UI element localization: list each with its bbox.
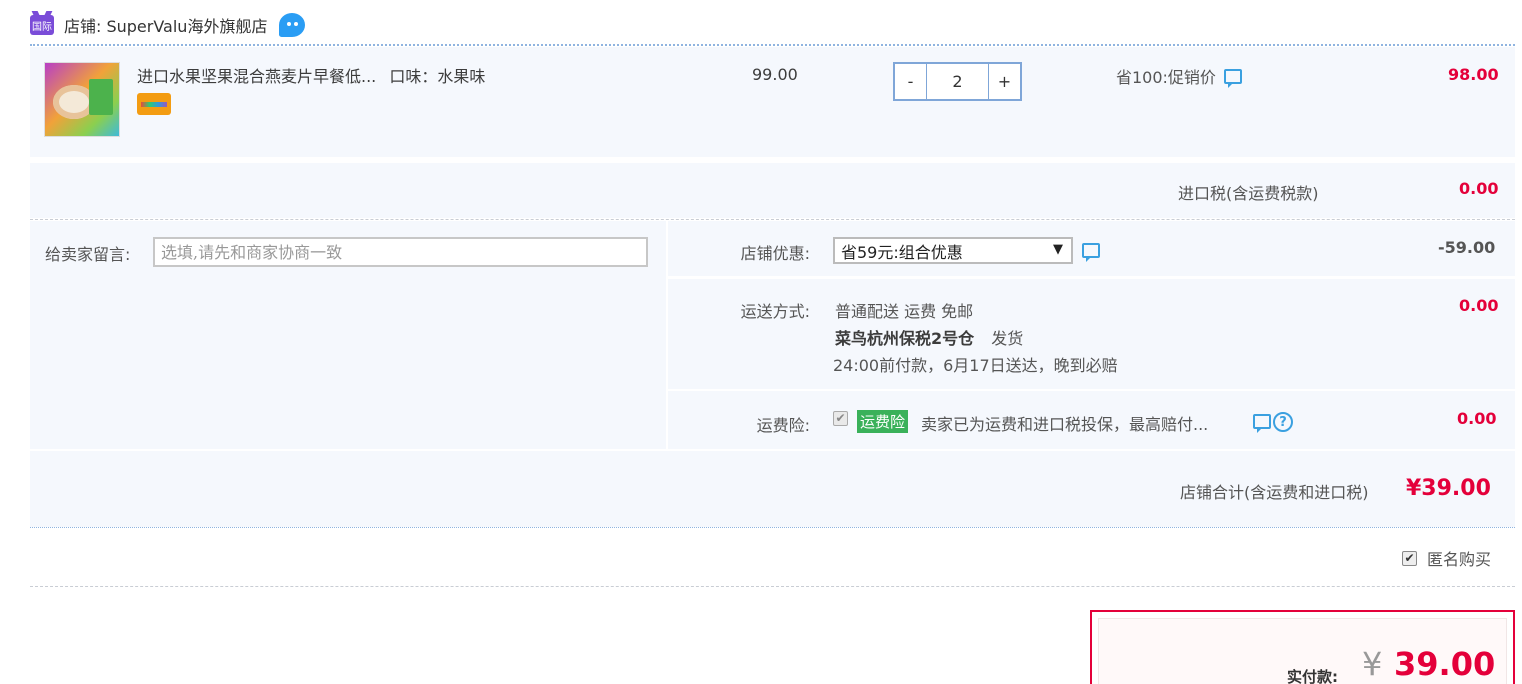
quantity-increase-button[interactable]: +	[989, 64, 1020, 99]
store-total-row: 店铺合计(含运费和进口税) ¥39.00	[30, 451, 1515, 527]
store-name-link[interactable]: 店铺: SuperValu海外旗舰店	[64, 13, 267, 37]
store-coupon-row: 店铺优惠: 省59元:组合优惠 ▼ -59.00	[668, 221, 1515, 276]
section-divider	[30, 219, 1515, 220]
insurance-comment-icon[interactable]	[1253, 409, 1271, 433]
insurance-label: 运费险:	[756, 416, 810, 435]
seller-memo-input[interactable]	[153, 237, 648, 267]
insurance-amount: 0.00	[1457, 409, 1497, 428]
insurance-badge: 运费险	[857, 410, 909, 433]
item-subtotal: 98.00	[1448, 65, 1499, 84]
product-thumbnail[interactable]	[44, 62, 120, 137]
quantity-input[interactable]	[926, 64, 989, 99]
unit-price: 99.00	[752, 65, 798, 84]
dispatch-text: 发货	[991, 329, 1024, 348]
shipping-amount: 0.00	[1459, 296, 1499, 315]
warehouse-name: 菜鸟杭州保税2号仓	[835, 329, 975, 348]
anon-divider	[30, 586, 1515, 587]
anonymous-label: 匿名购买	[1427, 550, 1492, 569]
store-total-amount: ¥39.00	[1406, 476, 1491, 501]
chat-seller-icon[interactable]	[279, 13, 306, 37]
payment-currency: ¥	[1362, 645, 1383, 683]
shipping-row: 运送方式: 普通配送 运费 免邮 菜鸟杭州保税2号仓 发货 24:00前付款，6…	[668, 279, 1515, 389]
quantity-decrease-button[interactable]: -	[895, 64, 926, 99]
delivery-promise: 24:00前付款，6月17日送达，晚到必赔	[833, 356, 1118, 375]
promo-info: 省100:促销价	[1116, 64, 1242, 88]
promo-comment-icon[interactable]	[1223, 64, 1242, 88]
anonymous-checkbox[interactable]: ✔	[1402, 550, 1417, 566]
credit-card-icon	[137, 93, 171, 115]
quantity-stepper: - +	[893, 62, 1022, 101]
shipping-warehouse: 菜鸟杭州保税2号仓 发货	[835, 325, 1023, 349]
coupon-select[interactable]: 省59元:组合优惠 ▼	[833, 237, 1073, 264]
coupon-selected-value: 省59元:组合优惠	[841, 242, 963, 262]
payment-amount: 39.00	[1394, 645, 1496, 683]
import-tax-amount: 0.00	[1459, 179, 1499, 198]
store-total-label: 店铺合计(含运费和进口税)	[1180, 483, 1369, 502]
insurance-checkbox[interactable]: ✔	[833, 411, 848, 426]
anonymous-purchase[interactable]: ✔ 匿名购买	[1402, 546, 1491, 570]
import-tax-label: 进口税(含运费税款)	[1178, 184, 1319, 203]
order-item-row: 进口水果坚果混合燕麦片早餐低... 口味：水果味 99.00 - + 省100:…	[30, 47, 1515, 157]
store-header: 国际 店铺: SuperValu海外旗舰店	[30, 10, 306, 40]
coupon-amount: -59.00	[1438, 238, 1496, 257]
help-icon[interactable]: ?	[1273, 412, 1293, 432]
product-title[interactable]: 进口水果坚果混合燕麦片早餐低... 口味：水果味	[137, 63, 485, 87]
shipping-method: 普通配送 运费 免邮	[835, 302, 974, 321]
global-store-icon: 国际	[30, 15, 54, 35]
memo-label: 给卖家留言:	[45, 245, 131, 264]
freight-insurance-row: 运费险: ✔ 运费险 卖家已为运费和进口税投保，最高赔付... ? 0.00	[668, 391, 1515, 449]
import-tax-row: 进口税(含运费税款) 0.00	[30, 163, 1515, 218]
seller-memo-panel: 给卖家留言:	[30, 221, 666, 449]
shipping-label: 运送方式:	[740, 302, 810, 321]
product-title-text[interactable]: 进口水果坚果混合燕麦片早餐低...	[137, 67, 376, 86]
actual-payment-box: 实付款: ¥ 39.00	[1090, 610, 1515, 684]
promo-text: 省100:促销价	[1116, 68, 1216, 87]
coupon-comment-icon[interactable]	[1082, 238, 1100, 262]
insurance-description: 卖家已为运费和进口税投保，最高赔付...	[921, 415, 1209, 434]
total-divider	[30, 527, 1515, 528]
dropdown-arrow-icon: ▼	[1053, 242, 1063, 257]
store-divider	[30, 44, 1515, 46]
payment-label: 实付款:	[1287, 668, 1338, 684]
payment-inner: 实付款: ¥ 39.00	[1098, 618, 1507, 684]
coupon-label: 店铺优惠:	[740, 244, 810, 263]
product-flavor: 口味：水果味	[389, 67, 486, 86]
